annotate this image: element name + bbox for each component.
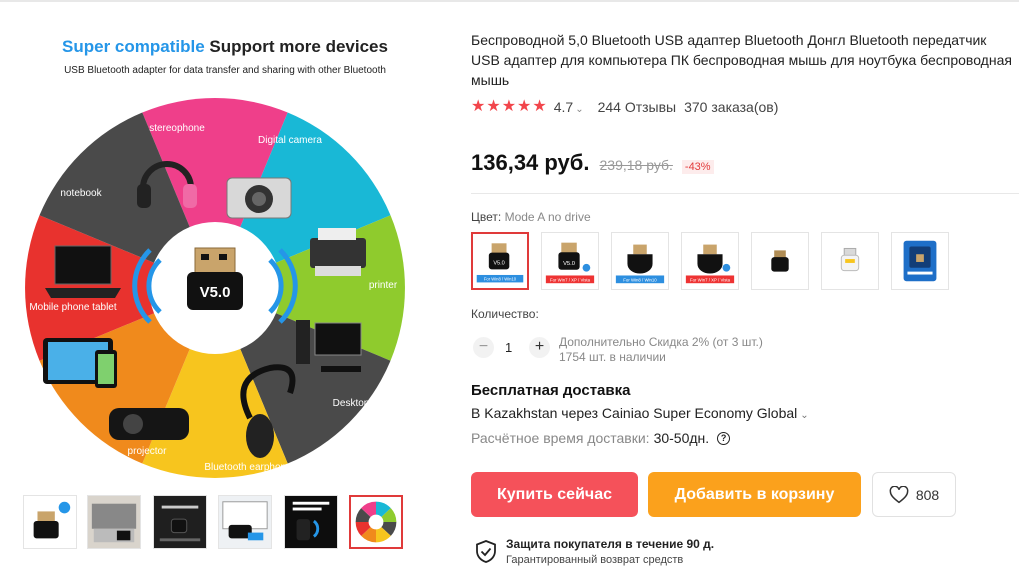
image-subheadline: USB Bluetooth adapter for data transfer … [64, 65, 386, 76]
delivery-estimate: Расчётное время доставки: 30-50дн. ? [471, 430, 731, 446]
quantity-stepper: − 1 + Дополнительно Скидка 2% (от 3 шт.)… [471, 335, 1019, 364]
quantity-value[interactable]: 1 [505, 340, 512, 355]
quantity-label: Количество: [471, 307, 539, 321]
thumbnail[interactable] [284, 495, 338, 549]
projector-icon [109, 408, 189, 440]
camera-icon [226, 177, 292, 219]
laptop-icon [45, 245, 121, 298]
thumbnail[interactable] [23, 495, 77, 549]
star-icon: ★ [471, 98, 486, 115]
thumbnail[interactable] [218, 495, 272, 549]
variant-os-tag: For Win7 / XP / Vista [690, 277, 731, 282]
variant-option[interactable] [821, 232, 879, 290]
eta-value: 30-50дн. [653, 430, 710, 446]
chevron-down-icon: ⌄ [575, 104, 584, 115]
thumbnail-active[interactable] [349, 495, 403, 549]
tablet-phone-icon [43, 338, 117, 388]
shipping-route: В Kazakhstan через Cainiao Super Economy… [471, 405, 798, 421]
add-to-cart-button[interactable]: Добавить в корзину [648, 472, 861, 517]
quantity-decrease-button[interactable]: − [473, 337, 494, 358]
star-icon: ★ [501, 98, 517, 115]
shield-check-icon [476, 540, 496, 563]
rating-dropdown[interactable]: 4.7 ⌄ [554, 99, 584, 115]
thumbnail[interactable] [153, 495, 207, 549]
discount-badge: -43% [681, 160, 714, 174]
variant-option[interactable]: V5.0 For Win8 / Win10 [471, 232, 529, 290]
wheel-segment-label: notebook [60, 188, 102, 199]
star-icon: ★ [517, 98, 532, 115]
wheel-segment-label: stereophone [149, 123, 205, 134]
rating-value: 4.7 [553, 99, 574, 115]
star-icon: ★ [486, 98, 501, 115]
reviews-link[interactable]: 244 Отзывы [598, 99, 677, 115]
image-headline: Super compatible Support more devices [15, 37, 435, 57]
heart-icon [889, 485, 909, 503]
image-headline-part1: Super compatible [62, 37, 205, 56]
product-main-image[interactable]: Super compatible Support more devices US… [15, 30, 435, 485]
protection-title: Защита покупателя в течение 90 д. [506, 537, 715, 551]
variant-option[interactable]: For Win7 / XP / Vista [681, 232, 739, 290]
current-price: 136,34 руб. [471, 150, 590, 175]
shipping-title: Бесплатная доставка [471, 382, 631, 399]
wheel-segment-label: Bluetooth earphone [204, 462, 292, 473]
wheel-segment-label: projector [128, 446, 168, 457]
variant-version-label: V5.0 [563, 261, 575, 267]
orders-count: 370 заказа(ов) [684, 99, 779, 115]
product-title: Беспроводной 5,0 Bluetooth USB адаптер B… [471, 32, 1012, 88]
divider [471, 193, 1019, 194]
wheel-segment-label: Mobile phone tablet [29, 302, 117, 313]
variant-version-label: V5.0 [493, 261, 504, 267]
variant-option[interactable]: V5.0 For Win7 / XP / Vista [541, 232, 599, 290]
stock-count: 1754 шт. в наличии [559, 350, 666, 364]
variant-option[interactable] [891, 232, 949, 290]
chevron-down-icon: ⌄ [800, 410, 809, 421]
eta-label: Расчётное время доставки: [471, 430, 650, 446]
color-label: Цвет: [471, 210, 502, 224]
rating-stars: ★ ★ ★ ★ ★ [471, 99, 547, 115]
device-wheel-illustration: V5.0 stereophone Digital camera printer Des… [25, 98, 405, 478]
variant-os-tag: For Win8 / Win10 [484, 277, 517, 282]
image-headline-part2: Support more devices [209, 37, 388, 56]
wishlist-count: 808 [915, 486, 940, 503]
old-price: 239,18 руб. [599, 157, 673, 173]
bulk-discount-note: Дополнительно Скидка 2% (от 3 шт.) [559, 335, 763, 349]
product-info-panel: Беспроводной 5,0 Bluetooth USB адаптер B… [471, 30, 1019, 566]
help-icon[interactable]: ? [717, 431, 731, 445]
variant-os-tag: For Win7 / XP / Vista [550, 277, 591, 282]
top-divider [0, 0, 1019, 2]
variant-os-tag: For Win8 / Win10 [623, 277, 657, 282]
buyer-protection: Защита покупателя в течение 90 д. Гарант… [476, 535, 776, 569]
quantity-info: Дополнительно Скидка 2% (от 3 шт.) 1754 … [559, 335, 763, 365]
shipping-method-dropdown[interactable]: В Kazakhstan через Cainiao Super Economy… [471, 405, 809, 421]
thumbnail-strip [23, 495, 413, 550]
price-row: 136,34 руб. 239,18 руб. -43% [471, 150, 714, 176]
quantity-increase-button[interactable]: + [529, 337, 550, 358]
color-option-label: Цвет: Mode A no drive [471, 210, 591, 224]
star-icon: ★ [532, 98, 547, 115]
rating-row: ★ ★ ★ ★ ★ 4.7 ⌄ 244 Отзывы 370 заказа(ов) [471, 97, 1019, 117]
wishlist-button[interactable]: 808 [872, 472, 956, 517]
dongle-version-label: V5.0 [200, 284, 231, 301]
protection-subtitle: Гарантированный возврат средств [506, 554, 684, 566]
color-value: Mode A no drive [504, 210, 591, 224]
buy-now-button[interactable]: Купить сейчас [471, 472, 638, 517]
thumbnail[interactable] [87, 495, 141, 549]
wheel-segment-label: Digital camera [258, 135, 322, 146]
variant-option[interactable] [751, 232, 809, 290]
wheel-segment-label: printer [369, 280, 398, 291]
wheel-segment-label: Desktop [333, 398, 370, 409]
variant-option[interactable]: For Win8 / Win10 [611, 232, 669, 290]
